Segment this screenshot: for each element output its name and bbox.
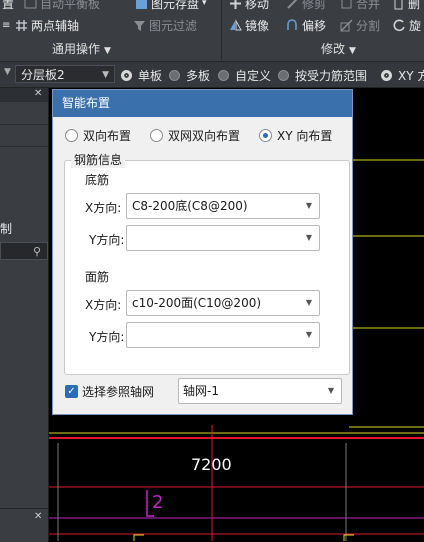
radio-single-slab[interactable]: 单板 <box>121 67 162 84</box>
bottom-y-label: Y方向: <box>89 233 125 247</box>
chevron-down-icon: ▼ <box>102 70 109 80</box>
top-y-combo[interactable]: ▼ <box>126 322 320 348</box>
chevron-down-icon: ▾ <box>202 0 207 8</box>
move-icon <box>229 0 242 10</box>
merge-button[interactable]: 合并 <box>340 0 380 12</box>
general-ops-group-label[interactable]: 通用操作 ▼ <box>52 40 111 56</box>
offset-icon <box>286 18 299 32</box>
radio-bidirectional[interactable]: 双向布置 <box>65 127 131 144</box>
grid-icon <box>15 19 28 32</box>
radio-dot <box>169 70 180 81</box>
close-icon[interactable]: ✕ <box>34 88 42 99</box>
radio-circle <box>150 129 163 142</box>
radio-dot <box>121 70 132 81</box>
split-button[interactable]: 分割 <box>340 16 380 34</box>
mirror-icon <box>229 18 242 32</box>
move-button[interactable]: 移动 <box>229 0 269 12</box>
radio-circle <box>65 129 78 142</box>
close-icon[interactable]: ✕ <box>34 511 42 522</box>
save-element-button[interactable]: 图元存盘 ▾ <box>135 0 207 12</box>
left-panel-row[interactable] <box>0 124 48 147</box>
delete-icon <box>392 0 405 10</box>
mirror-button[interactable]: 镜像 <box>229 16 269 34</box>
chevron-down-icon: ▼ <box>305 201 312 210</box>
rotate-button[interactable]: 旋 <box>393 16 421 34</box>
radio-dot <box>218 70 229 81</box>
checkmark-icon: ✓ <box>65 385 78 398</box>
ribbon-item-place[interactable]: 置 <box>2 0 14 12</box>
top-x-label: X方向: <box>85 298 122 312</box>
axis-grid-combo[interactable]: 轴网-1 ▼ <box>178 378 342 404</box>
two-point-axis-button[interactable]: ≡ 两点辅轴 <box>2 16 79 34</box>
dropdown-indicator: ≡ <box>2 19 11 31</box>
trim-button[interactable]: 修剪 <box>286 0 326 12</box>
group-title: 钢筋信息 <box>71 151 126 168</box>
chevron-down-icon[interactable]: ▼ <box>4 67 11 77</box>
dialog-title[interactable]: 智能布置 <box>53 90 352 117</box>
smart-layout-dialog: 智能布置 双向布置 双网双向布置 XY 向布置 钢筋信息 底筋 X方向: C8-… <box>52 89 353 415</box>
left-panel-bottom: ✕ <box>0 508 48 542</box>
ribbon-separator <box>221 0 222 60</box>
cad-corner <box>133 534 144 541</box>
save-icon <box>135 0 148 10</box>
delete-button[interactable]: 删 <box>392 0 420 12</box>
rotate-icon <box>393 19 406 32</box>
radio-multi-slab[interactable]: 多板 <box>169 67 210 84</box>
radio-by-stress-range[interactable]: 按受力筋范围 <box>278 67 367 84</box>
radio-circle <box>259 129 272 142</box>
axis-label: 2 <box>152 492 164 513</box>
merge-icon <box>340 0 353 10</box>
radio-xy-layout[interactable]: XY 向布置 <box>259 127 332 144</box>
chevron-down-icon: ▼ <box>327 386 334 395</box>
radio-double-net[interactable]: 双网双向布置 <box>150 127 240 144</box>
search-input[interactable]: ⚲ <box>0 242 48 260</box>
radio-dot <box>381 70 392 81</box>
bottom-x-combo[interactable]: C8-200底(C8@200) ▼ <box>126 193 320 219</box>
chevron-down-icon: ▼ <box>305 298 312 307</box>
bottom-x-label: X方向: <box>85 201 122 215</box>
radio-dot <box>278 70 289 81</box>
properties-bar: ▼ 分层板2 ▼ 单板 多板 自定义 按受力筋范围 XY 方 <box>0 62 424 88</box>
chevron-down-icon: ▼ <box>104 46 111 56</box>
top-x-combo[interactable]: c10-200面(C10@200) ▼ <box>126 290 320 316</box>
bottom-rebar-heading: 底筋 <box>85 173 110 187</box>
search-icon: ⚲ <box>32 245 41 258</box>
offset-button[interactable]: 偏移 <box>286 16 326 34</box>
filter-icon <box>133 19 146 32</box>
left-panel-row[interactable]: 制 <box>0 216 48 238</box>
radio-custom[interactable]: 自定义 <box>218 67 271 84</box>
trim-icon <box>286 0 299 10</box>
balance-icon <box>24 0 37 10</box>
auto-balance-button[interactable]: 自动平衡板 <box>24 0 100 12</box>
reference-grid-checkbox[interactable]: ✓ 选择参照轴网 <box>65 383 154 400</box>
chevron-down-icon: ▼ <box>305 233 312 242</box>
left-panel: 制 ⚲ ✕ ✕ <box>0 88 49 542</box>
top-y-label: Y方向: <box>89 330 125 344</box>
bottom-y-combo[interactable]: ▼ <box>126 225 320 251</box>
top-rebar-heading: 面筋 <box>85 270 110 284</box>
split-icon <box>340 18 353 32</box>
dimension-label: 7200 <box>191 455 232 474</box>
chevron-down-icon: ▼ <box>349 46 356 56</box>
ribbon-toolbar: 置 自动平衡板 图元存盘 ▾ 移动 修剪 合并 删 ≡ 两点辅轴 图元过滤 镜像 <box>0 0 424 62</box>
element-filter-button[interactable]: 图元过滤 <box>133 16 197 34</box>
left-panel-row[interactable] <box>0 102 48 125</box>
radio-xy-direction[interactable]: XY 方 <box>381 67 424 84</box>
modify-group-label[interactable]: 修改 ▼ <box>321 40 356 56</box>
floor-select[interactable]: 分层板2 ▼ <box>15 65 115 83</box>
chevron-down-icon: ▼ <box>305 330 312 339</box>
